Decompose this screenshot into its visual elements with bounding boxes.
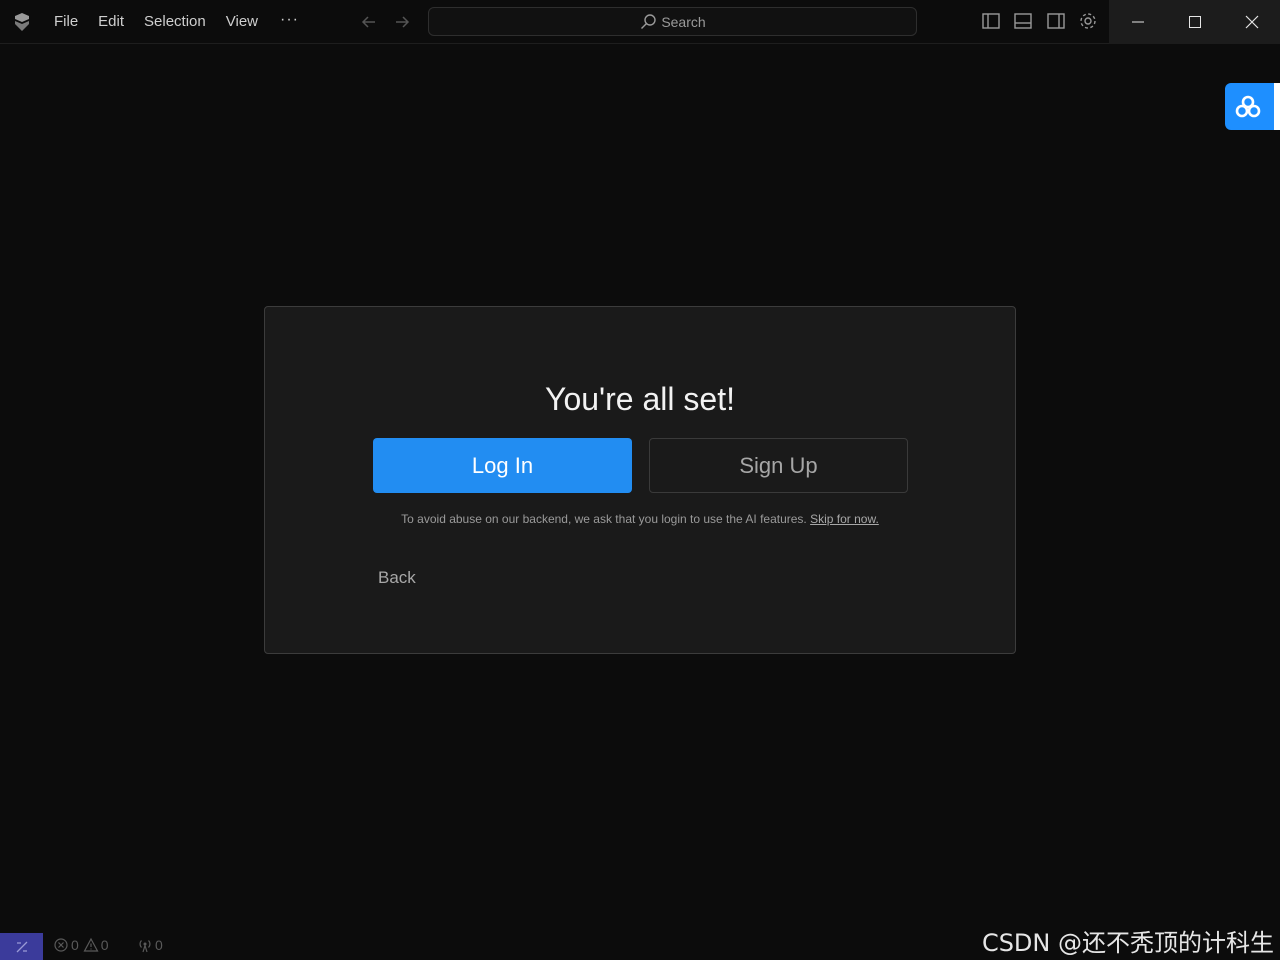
menu-selection[interactable]: Selection	[134, 0, 216, 44]
menu-bar: File Edit Selection View ···	[44, 0, 311, 44]
notice-text: To avoid abuse on our backend, we ask th…	[265, 512, 1015, 526]
app-logo-icon	[15, 13, 29, 31]
minimize-icon	[1131, 21, 1144, 23]
remote-icon	[16, 941, 27, 952]
cloud-icon	[1235, 95, 1261, 117]
toggle-primary-sidebar-icon[interactable]	[981, 11, 1001, 31]
cloud-widget-button[interactable]	[1225, 83, 1280, 130]
minimize-button[interactable]	[1109, 0, 1166, 44]
notice-message: To avoid abuse on our backend, we ask th…	[401, 512, 811, 526]
broadcast-icon	[139, 940, 151, 953]
search-icon	[641, 13, 657, 29]
error-count: 0	[71, 937, 79, 953]
login-dialog: You're all set! Log In Sign Up To avoid …	[264, 306, 1016, 654]
dialog-title: You're all set!	[545, 381, 735, 417]
login-button[interactable]: Log In	[373, 438, 632, 493]
toggle-secondary-sidebar-icon[interactable]	[1046, 11, 1066, 31]
close-icon	[1245, 15, 1258, 29]
signup-button[interactable]: Sign Up	[649, 438, 908, 493]
warning-count: 0	[100, 937, 109, 953]
search-label: Search	[661, 13, 706, 30]
skip-link[interactable]: Skip for now.	[810, 512, 879, 526]
maximize-icon	[1188, 16, 1201, 28]
menu-file[interactable]: File	[44, 0, 88, 44]
problems-indicator[interactable]: 0 0	[53, 937, 109, 953]
watermark: CSDN @还不秃顶的计科生	[981, 929, 1274, 957]
toggle-panel-icon[interactable]	[1013, 11, 1033, 31]
window-controls	[1109, 0, 1280, 44]
menu-more-icon[interactable]: ···	[268, 0, 311, 44]
remote-button[interactable]	[0, 933, 43, 960]
menu-view[interactable]: View	[216, 0, 268, 44]
arrow-left-icon[interactable]	[359, 12, 379, 32]
ports-indicator[interactable]: 0	[137, 937, 163, 953]
search-box[interactable]: Search	[428, 7, 917, 36]
maximize-button[interactable]	[1166, 0, 1223, 44]
back-button[interactable]: Back	[378, 568, 416, 588]
close-button[interactable]	[1223, 0, 1280, 44]
arrow-right-icon[interactable]	[392, 12, 412, 32]
menu-edit[interactable]: Edit	[88, 0, 134, 44]
ports-count: 0	[155, 937, 163, 953]
title-bar: File Edit Selection View ··· Search	[0, 0, 1280, 44]
error-icon	[54, 938, 68, 952]
warning-icon	[83, 937, 99, 952]
gear-icon[interactable]	[1078, 11, 1098, 31]
